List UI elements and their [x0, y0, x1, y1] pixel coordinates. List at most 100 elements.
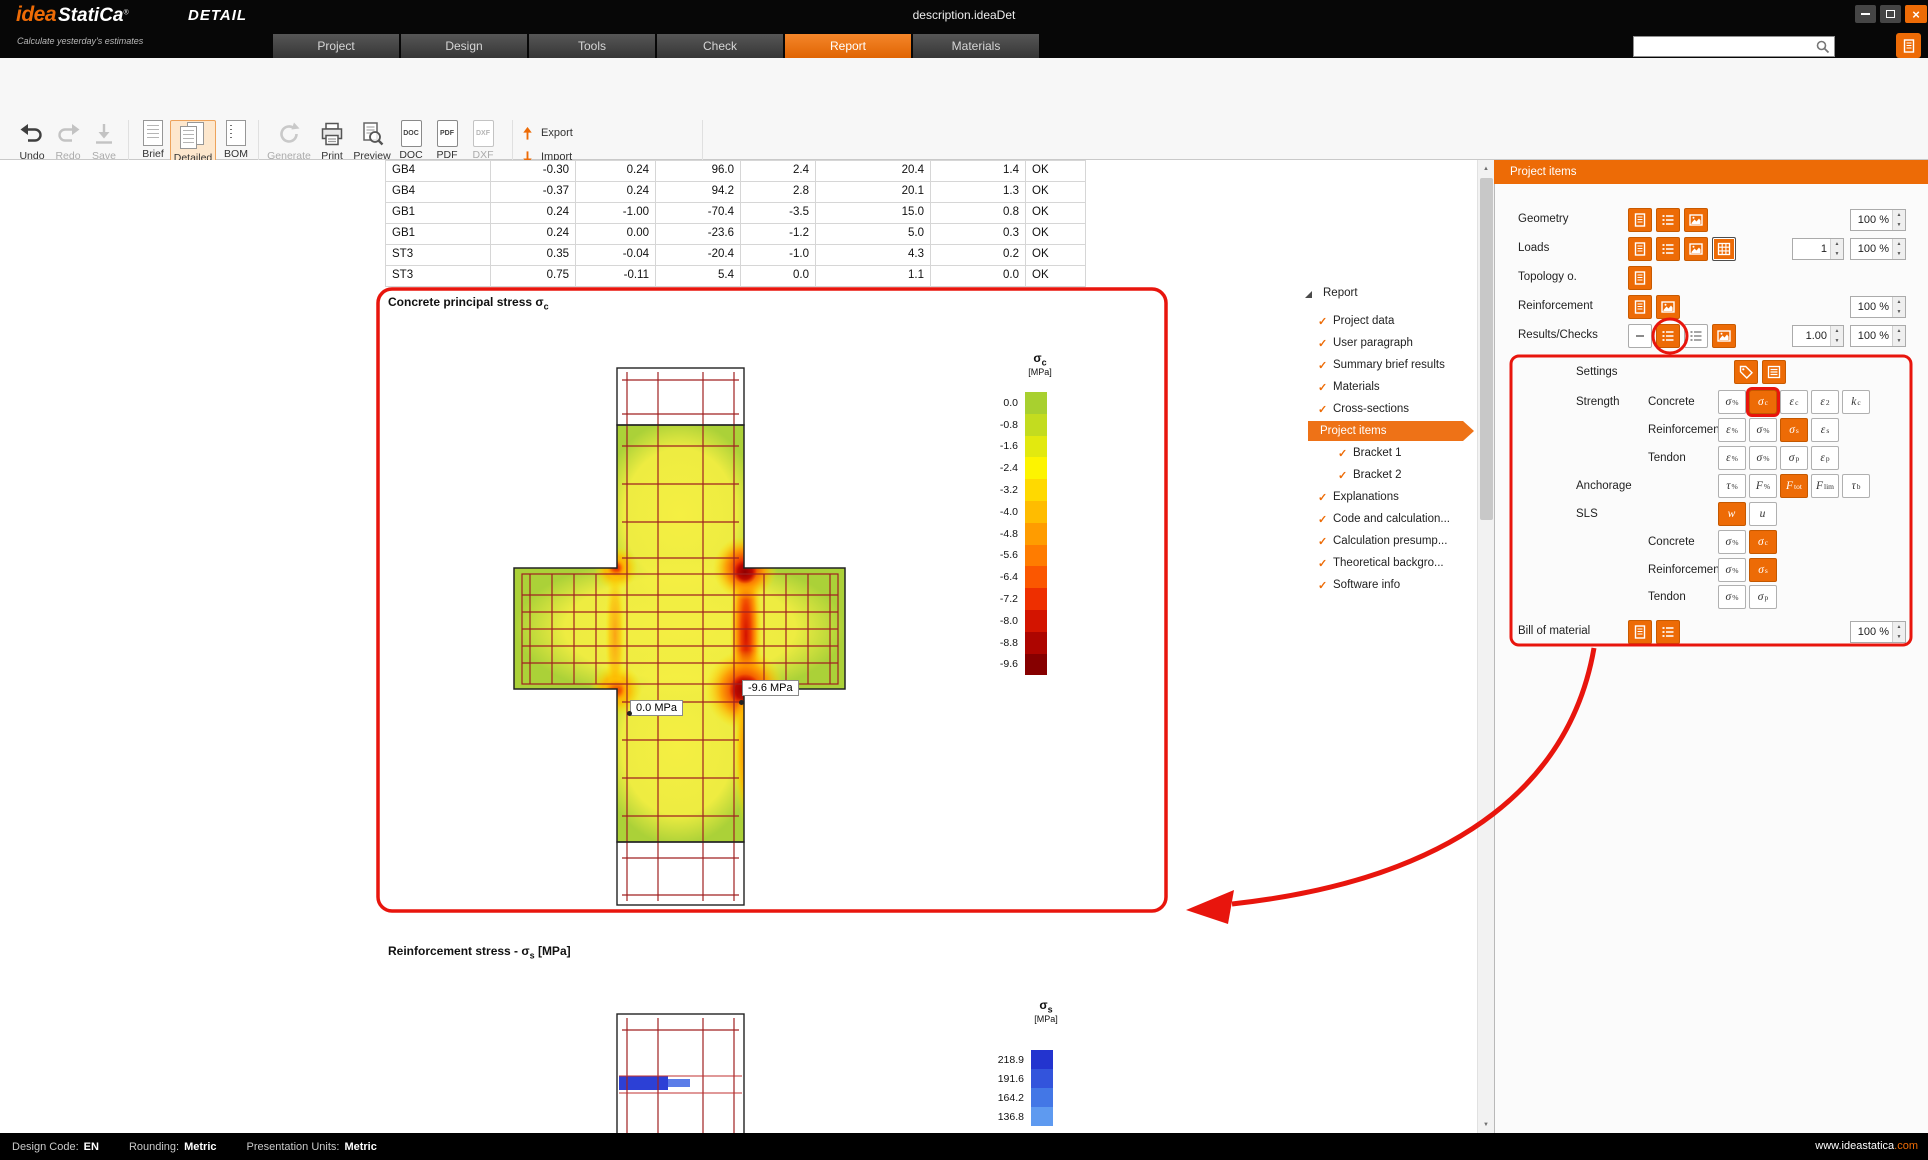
reinforcement-report-toggle[interactable]: [1628, 295, 1652, 319]
vertical-scrollbar[interactable]: ▲ ▼: [1477, 160, 1494, 1133]
tree-item[interactable]: ✓ Project items: [1308, 421, 1474, 441]
checkbox-checked-icon[interactable]: ✓: [1318, 491, 1333, 504]
results-none-toggle[interactable]: [1628, 324, 1652, 348]
checkbox-checked-icon[interactable]: ✓: [1338, 469, 1353, 482]
minimize-button[interactable]: [1855, 5, 1876, 23]
geometry-scale-spinner[interactable]: 100 % ▲▼: [1850, 209, 1906, 231]
results-magnitude-spinner[interactable]: 1.00 ▲▼: [1792, 325, 1844, 347]
result-type-toggle[interactable]: σ%: [1749, 446, 1777, 470]
geometry-picture-toggle[interactable]: [1684, 208, 1708, 232]
loads-picture-toggle[interactable]: [1684, 237, 1708, 261]
bom-report-toggle[interactable]: [1628, 620, 1652, 644]
menu-tab[interactable]: Check: [657, 34, 783, 58]
tree-item[interactable]: ✓ Calculation presump...: [1300, 530, 1480, 552]
spinner-up-icon[interactable]: ▲: [1893, 239, 1905, 249]
geometry-table-toggle[interactable]: [1656, 208, 1680, 232]
tree-item[interactable]: ✓ Materials: [1300, 376, 1480, 398]
tree-item[interactable]: ✓ Code and calculation...: [1300, 508, 1480, 530]
result-type-toggle[interactable]: σs: [1780, 418, 1808, 442]
result-type-toggle[interactable]: σp: [1749, 585, 1777, 609]
search-input[interactable]: [1640, 41, 1812, 53]
search-icon[interactable]: [1815, 39, 1831, 60]
loads-scale-spinner[interactable]: 100 % ▲▼: [1850, 238, 1906, 260]
result-type-toggle[interactable]: σs: [1749, 558, 1777, 582]
license-info-button[interactable]: [1896, 33, 1921, 58]
spinner-down-icon[interactable]: ▼: [1893, 336, 1905, 346]
website-link[interactable]: www.ideastatica.com: [1815, 1140, 1918, 1152]
checkbox-checked-icon[interactable]: ✓: [1318, 535, 1333, 548]
result-type-toggle[interactable]: Flim: [1811, 474, 1839, 498]
results-list-toggle[interactable]: [1684, 324, 1708, 348]
bom-report-button[interactable]: BOM: [214, 120, 258, 160]
result-type-toggle[interactable]: εs: [1811, 418, 1839, 442]
result-type-toggle[interactable]: σc: [1749, 530, 1777, 554]
spinner-up-icon[interactable]: ▲: [1893, 622, 1905, 632]
menu-tab[interactable]: Project: [273, 34, 399, 58]
checkbox-checked-icon[interactable]: ✓: [1318, 315, 1333, 328]
spinner-down-icon[interactable]: ▼: [1893, 632, 1905, 642]
results-picture-toggle[interactable]: [1712, 324, 1736, 348]
menu-tab[interactable]: Report: [785, 34, 911, 58]
scroll-down-button[interactable]: ▼: [1478, 1116, 1494, 1133]
result-type-toggle[interactable]: ε%: [1718, 418, 1746, 442]
spinner-down-icon[interactable]: ▼: [1831, 249, 1843, 259]
checkbox-checked-icon[interactable]: ✓: [1318, 359, 1333, 372]
result-type-toggle[interactable]: w: [1718, 502, 1746, 526]
checkbox-checked-icon[interactable]: ✓: [1318, 381, 1333, 394]
bom-scale-spinner[interactable]: 100 % ▲▼: [1850, 621, 1906, 643]
result-type-toggle[interactable]: ε2: [1811, 390, 1839, 414]
scrollbar-thumb[interactable]: [1480, 178, 1493, 520]
spinner-up-icon[interactable]: ▲: [1893, 297, 1905, 307]
checkbox-checked-icon[interactable]: ✓: [1318, 557, 1333, 570]
menu-tab[interactable]: Design: [401, 34, 527, 58]
tree-item[interactable]: ✓ User paragraph: [1300, 332, 1480, 354]
save-button[interactable]: Save: [82, 120, 126, 162]
tree-item[interactable]: ✓ Project data: [1300, 310, 1480, 332]
spinner-down-icon[interactable]: ▼: [1893, 220, 1905, 230]
spinner-up-icon[interactable]: ▲: [1893, 210, 1905, 220]
generate-button[interactable]: Generate: [262, 120, 316, 162]
menu-tab[interactable]: Tools: [529, 34, 655, 58]
checkbox-checked-icon[interactable]: ✓: [1338, 447, 1353, 460]
export-settings-button[interactable]: Export: [520, 124, 573, 142]
result-type-toggle[interactable]: u: [1749, 502, 1777, 526]
spinner-up-icon[interactable]: ▲: [1831, 239, 1843, 249]
checkbox-checked-icon[interactable]: ✓: [1318, 403, 1333, 416]
settings-tag-toggle[interactable]: [1734, 360, 1758, 384]
result-type-toggle[interactable]: σ%: [1718, 390, 1746, 414]
checkbox-checked-icon[interactable]: ✓: [1318, 513, 1333, 526]
result-type-toggle[interactable]: σ%: [1718, 558, 1746, 582]
topology-report-toggle[interactable]: [1628, 266, 1652, 290]
result-type-toggle[interactable]: σc: [1749, 390, 1777, 414]
tree-item[interactable]: ✓ Explanations: [1300, 486, 1480, 508]
result-type-toggle[interactable]: σ%: [1718, 585, 1746, 609]
result-type-toggle[interactable]: F%: [1749, 474, 1777, 498]
tree-item[interactable]: ✓ Software info: [1300, 574, 1480, 596]
preview-button[interactable]: Preview: [349, 120, 395, 162]
spinner-up-icon[interactable]: ▲: [1893, 326, 1905, 336]
spinner-down-icon[interactable]: ▼: [1893, 307, 1905, 317]
export-pdf-button[interactable]: PDF PDF: [427, 120, 467, 161]
result-type-toggle[interactable]: Ftot: [1780, 474, 1808, 498]
result-type-toggle[interactable]: ε%: [1718, 446, 1746, 470]
print-button[interactable]: Print: [310, 120, 354, 162]
checkbox-checked-icon[interactable]: ✓: [1318, 579, 1333, 592]
close-button[interactable]: ×: [1905, 5, 1927, 23]
brief-report-button[interactable]: Brief: [131, 120, 175, 160]
tree-root-report[interactable]: Report: [1323, 287, 1358, 299]
maximize-button[interactable]: [1880, 5, 1901, 23]
bom-table-toggle[interactable]: [1656, 620, 1680, 644]
loads-count-spinner[interactable]: 1 ▲▼: [1792, 238, 1844, 260]
result-type-toggle[interactable]: σ%: [1749, 418, 1777, 442]
settings-form-toggle[interactable]: [1762, 360, 1786, 384]
result-type-toggle[interactable]: kc: [1842, 390, 1870, 414]
export-doc-button[interactable]: DOC DOC: [391, 120, 431, 161]
result-type-toggle[interactable]: εp: [1811, 446, 1839, 470]
detailed-report-button[interactable]: Detailed: [170, 120, 216, 165]
reinforcement-picture-toggle[interactable]: [1656, 295, 1680, 319]
scroll-up-button[interactable]: ▲: [1478, 160, 1494, 177]
result-type-toggle[interactable]: τ%: [1718, 474, 1746, 498]
tree-expander-icon[interactable]: [1305, 291, 1312, 298]
result-type-toggle[interactable]: σp: [1780, 446, 1808, 470]
checkbox-checked-icon[interactable]: ✓: [1318, 337, 1333, 350]
